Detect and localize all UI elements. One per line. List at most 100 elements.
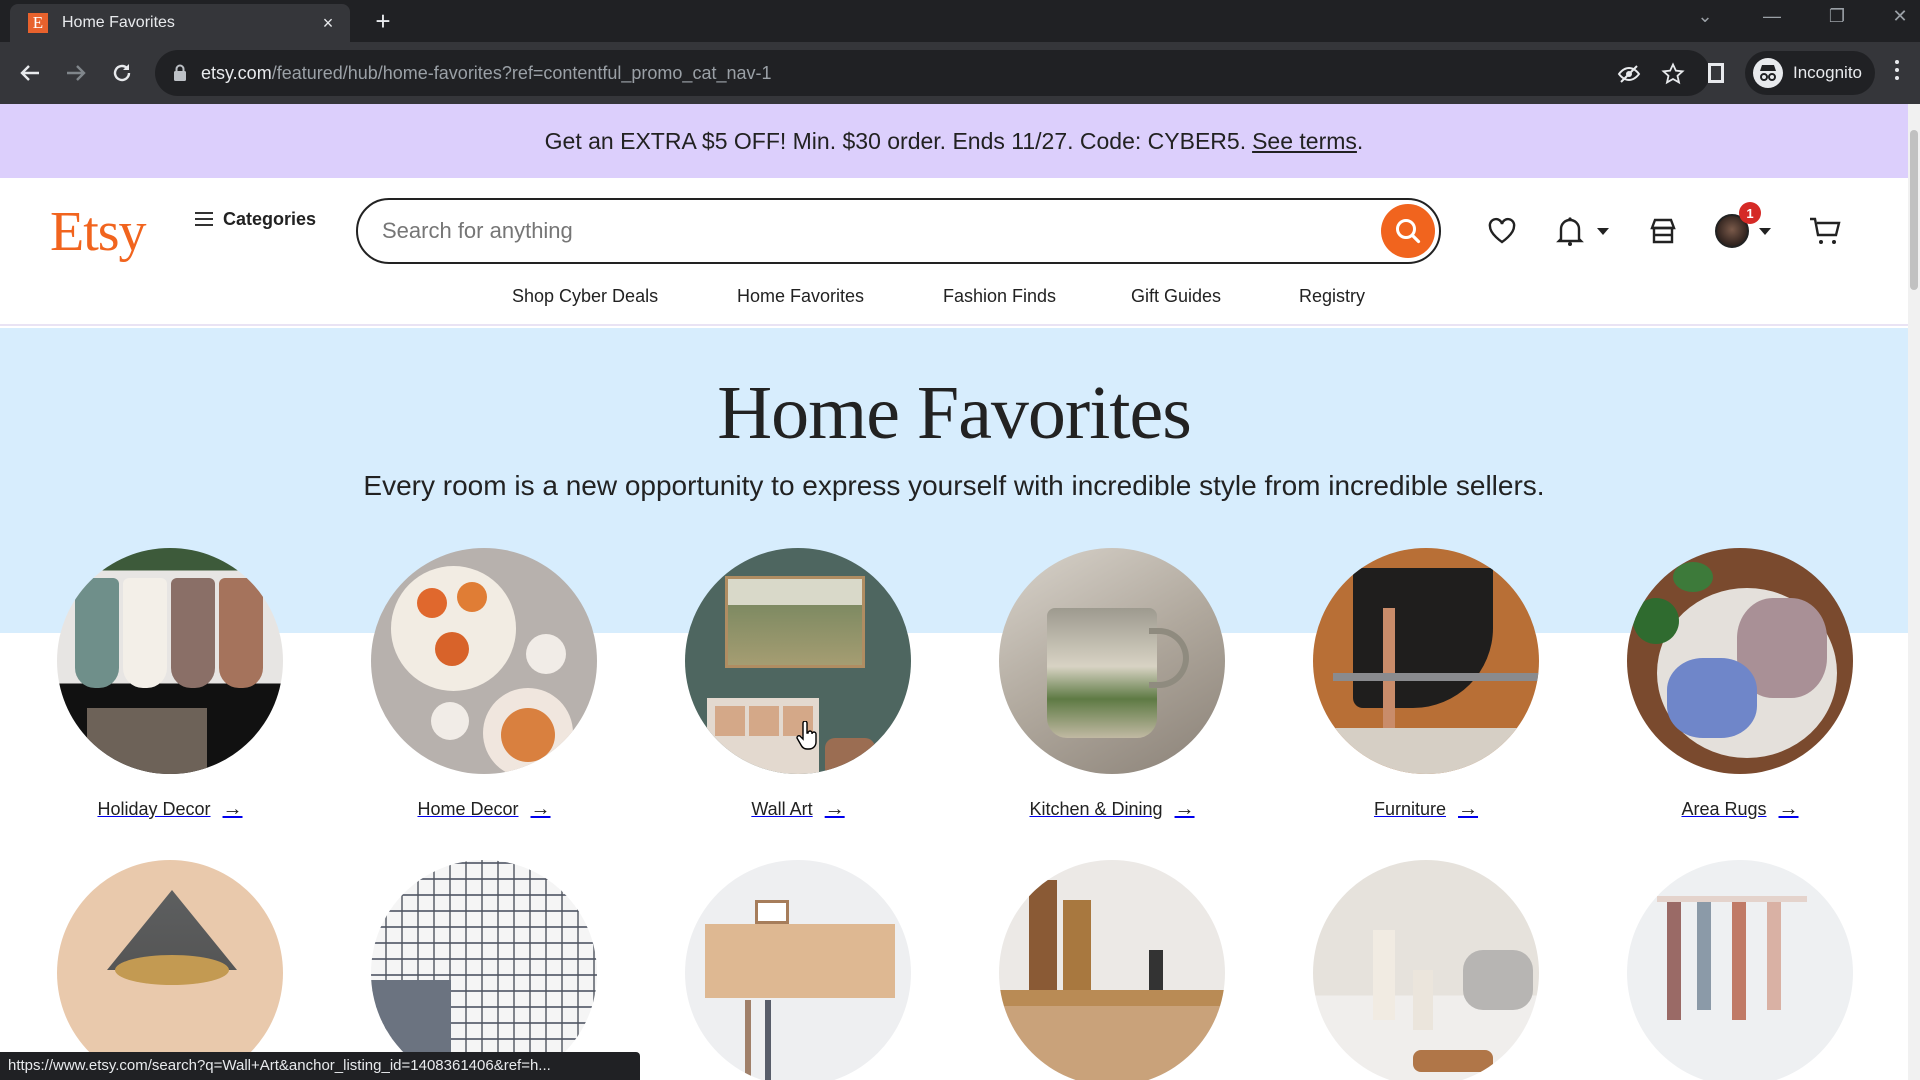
link-status-bar: https://www.etsy.com/search?q=Wall+Art&a… (0, 1052, 640, 1080)
category-card-accessories[interactable] (1627, 860, 1853, 1080)
promo-banner: Get an EXTRA $5 OFF! Min. $30 order. End… (0, 104, 1908, 178)
minimize-button[interactable]: — (1757, 6, 1787, 27)
browser-tab-strip: E Home Favorites × + ⌄ — ❐ ✕ (0, 0, 1920, 42)
nav-link-gift-guides[interactable]: Gift Guides (1131, 286, 1221, 307)
cart-button[interactable] (1808, 214, 1842, 248)
incognito-label: Incognito (1793, 63, 1862, 82)
category-image-holiday-decor[interactable] (57, 548, 283, 774)
category-image-hair-bows[interactable] (1627, 860, 1853, 1080)
bell-icon (1556, 217, 1584, 246)
nav-link-registry[interactable]: Registry (1299, 286, 1365, 307)
arrow-right-icon: → (1174, 798, 1195, 820)
tab-search-icon[interactable]: ⌄ (1690, 6, 1720, 27)
restore-button[interactable]: ❐ (1822, 6, 1852, 27)
site-header: Etsy Categories 1 Shop Cyber Deals (0, 178, 1908, 326)
url-text[interactable]: etsy.com/featured/hub/home-favorites?ref… (201, 63, 772, 84)
tracking-protection-eye-icon[interactable] (1617, 62, 1641, 86)
hand-pointer-cursor-icon (796, 721, 817, 750)
page-subtitle: Every room is a new opportunity to expre… (363, 470, 1545, 501)
forward-button[interactable] (58, 55, 94, 91)
notifications-dropdown-caret-icon[interactable] (1597, 228, 1609, 235)
heart-icon (1488, 217, 1516, 244)
categories-button[interactable]: Categories (195, 208, 316, 230)
category-label: Home Decor → (417, 798, 551, 820)
search-button[interactable] (1381, 204, 1435, 258)
nav-link-shop-cyber-deals[interactable]: Shop Cyber Deals (512, 286, 658, 307)
category-card-area-rugs[interactable]: Area Rugs → (1627, 548, 1853, 821)
etsy-favicon-icon: E (28, 13, 48, 33)
page-title: Home Favorites (717, 371, 1192, 455)
page-scrollbar[interactable] (1908, 104, 1920, 1080)
category-nav: Shop Cyber Deals Home Favorites Fashion … (0, 282, 1908, 316)
cart-icon (1810, 217, 1841, 244)
category-label: Area Rugs → (1681, 798, 1799, 820)
category-image-area-rugs[interactable] (1627, 548, 1853, 774)
nav-link-home-favorites[interactable]: Home Favorites (737, 286, 864, 307)
category-card-wall-art[interactable]: Wall Art → (685, 548, 911, 821)
reload-button[interactable] (104, 55, 140, 91)
lock-icon[interactable] (173, 64, 187, 82)
promo-period: . (1356, 127, 1364, 154)
scrollbar-thumb[interactable] (1910, 130, 1918, 290)
bookmark-star-icon[interactable] (1661, 62, 1685, 86)
search-input[interactable] (382, 214, 1322, 248)
category-card-holiday-decor[interactable]: Holiday Decor → (57, 548, 283, 821)
category-card-shelving[interactable] (999, 860, 1225, 1080)
category-image-bath-set[interactable] (1313, 860, 1539, 1080)
category-image-bedding[interactable] (371, 860, 597, 1080)
notifications-button[interactable] (1553, 214, 1587, 248)
close-tab-icon[interactable]: × (318, 13, 338, 34)
etsy-logo[interactable]: Etsy (50, 200, 147, 264)
browser-toolbar: etsy.com/featured/hub/home-favorites?ref… (0, 42, 1920, 104)
category-image-bottles-shelf[interactable] (999, 860, 1225, 1080)
category-image-pendant-lamp[interactable] (57, 860, 283, 1080)
category-card-kitchen-dining[interactable]: Kitchen & Dining → (999, 548, 1225, 821)
arrow-right-icon: → (824, 798, 845, 820)
category-label: Furniture → (1373, 798, 1479, 820)
tab-title: Home Favorites (62, 14, 175, 31)
account-dropdown-caret-icon[interactable] (1759, 228, 1771, 235)
category-card-bedding[interactable] (371, 860, 597, 1080)
hero-section: Home Favorites Every room is a new oppor… (0, 328, 1908, 633)
promo-text: Get an EXTRA $5 OFF! Min. $30 order. End… (544, 127, 1247, 154)
close-window-button[interactable]: ✕ (1885, 6, 1915, 27)
favorites-button[interactable] (1485, 214, 1519, 248)
category-card-furniture[interactable]: Furniture → (1313, 548, 1539, 821)
nav-link-fashion-finds[interactable]: Fashion Finds (943, 286, 1056, 307)
side-panel-icon[interactable] (1707, 62, 1725, 84)
search-icon (1396, 219, 1421, 244)
see-terms-link[interactable]: See terms (1252, 128, 1357, 155)
arrow-left-icon (20, 65, 39, 81)
incognito-profile-button[interactable]: Incognito (1745, 51, 1875, 95)
category-image-home-decor[interactable] (371, 548, 597, 774)
notification-badge: 1 (1739, 202, 1761, 224)
new-tab-button[interactable]: + (368, 6, 398, 37)
browser-menu-icon[interactable] (1895, 60, 1901, 84)
shop-icon (1650, 218, 1676, 244)
categories-label: Categories (223, 208, 317, 229)
category-card-lighting[interactable] (57, 860, 283, 1080)
browser-tab-home-favorites[interactable]: E Home Favorites × (10, 4, 350, 42)
search-bar (356, 198, 1441, 264)
reload-icon (113, 64, 131, 82)
category-label: Wall Art → (751, 798, 845, 820)
category-image-pegboard[interactable] (685, 860, 911, 1080)
category-image-kitchen-dining[interactable] (999, 548, 1225, 774)
arrow-right-icon: → (530, 798, 551, 820)
hamburger-menu-icon (195, 208, 213, 230)
page-viewport: Get an EXTRA $5 OFF! Min. $30 order. End… (0, 104, 1908, 1080)
shop-manager-button[interactable] (1646, 214, 1680, 248)
category-image-furniture[interactable] (1313, 548, 1539, 774)
address-bar[interactable]: etsy.com/featured/hub/home-favorites?ref… (155, 50, 1710, 96)
arrow-right-icon: → (222, 798, 243, 820)
category-card-bath[interactable] (1313, 860, 1539, 1080)
category-label: Kitchen & Dining → (1029, 798, 1195, 820)
arrow-right-icon: → (1778, 798, 1799, 820)
arrow-right-icon: → (1458, 798, 1479, 820)
arrow-right-icon (67, 65, 86, 81)
category-card-home-decor[interactable]: Home Decor → (371, 548, 597, 821)
category-label: Holiday Decor → (97, 798, 243, 820)
category-card-storage[interactable] (685, 860, 911, 1080)
incognito-icon (1753, 58, 1783, 88)
back-button[interactable] (12, 55, 48, 91)
